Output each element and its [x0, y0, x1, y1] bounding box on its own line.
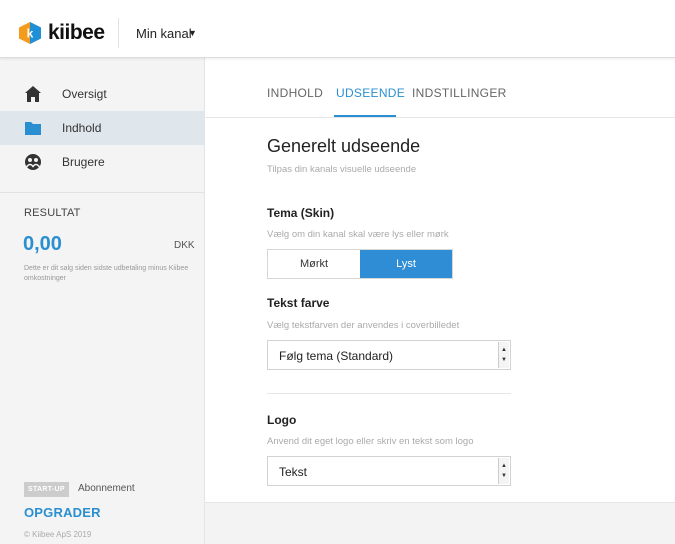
- sidebar-item-label: Indhold: [62, 121, 102, 135]
- result-note: Dette er dit salg siden sidste udbetalin…: [24, 265, 189, 282]
- plan-badge: START-UP: [24, 482, 69, 497]
- svg-text:k: k: [27, 27, 34, 41]
- folder-icon: [25, 122, 41, 135]
- skin-title: Tema (Skin): [267, 206, 335, 220]
- text-color-hint: Vælg tekstfarven der anvendes i coverbil…: [267, 320, 460, 331]
- skin-toggle: Mørkt Lyst: [267, 249, 453, 279]
- topbar-divider: [118, 18, 119, 48]
- logo-hint: Anvend dit eget logo eller skriv en teks…: [267, 436, 474, 447]
- text-color-select[interactable]: Følg tema (Standard) ▲ ▼: [267, 340, 511, 370]
- tab-udseende[interactable]: UDSEENDE: [336, 86, 405, 100]
- result-currency: DKK: [174, 240, 195, 251]
- skin-hint: Vælg om din kanal skal være lys eller mø…: [267, 229, 449, 240]
- sidebar-item-brugere[interactable]: Brugere: [0, 145, 205, 179]
- section-subtitle: Tilpas din kanals visuelle udseende: [267, 164, 417, 175]
- main-content: INDHOLD UDSEENDE INDSTILLINGER Generelt …: [205, 58, 675, 503]
- upgrade-link[interactable]: OPGRADER: [24, 505, 101, 520]
- select-arrow-icon: ▲ ▼: [498, 342, 509, 368]
- kiibee-logo-icon[interactable]: k: [19, 22, 41, 44]
- users-icon: [25, 154, 41, 170]
- text-color-value: Følg tema (Standard): [279, 349, 394, 363]
- sidebar-item-label: Brugere: [62, 155, 105, 169]
- result-value: 0,00: [23, 233, 62, 255]
- logo-value: Tekst: [279, 465, 308, 479]
- sidebar-item-oversigt[interactable]: Oversigt: [0, 77, 205, 111]
- sidebar-item-label: Oversigt: [62, 87, 107, 101]
- channel-selector[interactable]: Min kanal: [136, 26, 192, 41]
- tabs-divider: [205, 117, 675, 118]
- sidebar: Oversigt Indhold Brugere RESULTAT 0,00 D…: [0, 58, 205, 544]
- home-icon: [25, 86, 41, 102]
- logo-title: Logo: [267, 413, 297, 427]
- tab-indhold[interactable]: INDHOLD: [267, 86, 323, 100]
- section-divider: [267, 393, 511, 394]
- top-bar: k kiibee Min kanal ▼: [0, 0, 675, 58]
- skin-option-light[interactable]: Lyst: [360, 250, 452, 278]
- copyright: © Kiibee ApS 2019: [24, 530, 92, 539]
- result-label: RESULTAT: [24, 207, 81, 219]
- chevron-down-icon[interactable]: ▼: [188, 28, 197, 38]
- tab-indstillinger[interactable]: INDSTILLINGER: [412, 86, 507, 100]
- section-title: Generelt udseende: [267, 136, 421, 156]
- logo-select[interactable]: Tekst ▲ ▼: [267, 456, 511, 486]
- select-arrow-icon: ▲ ▼: [498, 458, 509, 484]
- brand-name[interactable]: kiibee: [48, 21, 105, 45]
- skin-option-dark[interactable]: Mørkt: [268, 250, 360, 278]
- text-color-title: Tekst farve: [267, 296, 330, 310]
- sidebar-item-indhold[interactable]: Indhold: [0, 111, 205, 145]
- plan-label: Abonnement: [78, 483, 135, 494]
- sidebar-divider: [0, 192, 205, 193]
